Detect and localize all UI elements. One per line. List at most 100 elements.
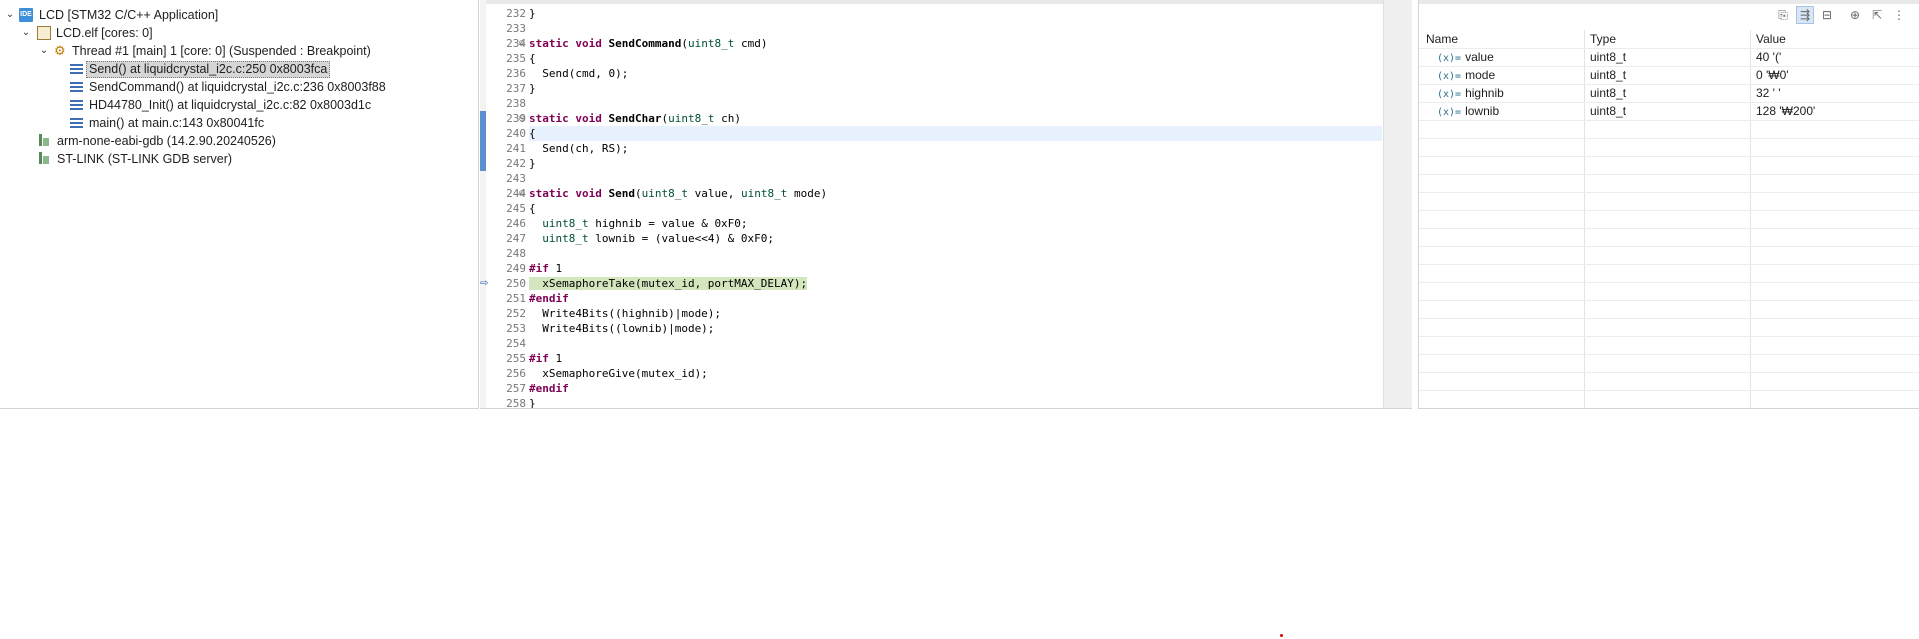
code-line[interactable]: } — [529, 6, 1382, 21]
header-name[interactable]: Name — [1419, 30, 1584, 48]
line-number[interactable]: 245 — [486, 201, 526, 216]
line-number[interactable]: 238 — [486, 96, 526, 111]
code-line[interactable]: } — [529, 81, 1382, 96]
code-line[interactable]: Send(cmd, 0); — [529, 66, 1382, 81]
variable-name[interactable]: (x)= highnib — [1419, 84, 1584, 102]
line-number[interactable]: 241 — [486, 141, 526, 156]
code-line[interactable] — [529, 336, 1382, 351]
line-number[interactable]: 246 — [486, 216, 526, 231]
line-number[interactable]: 256 — [486, 366, 526, 381]
view-menu-icon[interactable]: ⋮ — [1890, 6, 1908, 24]
line-number[interactable]: 235 — [486, 51, 526, 66]
breakpoint-current-icon[interactable]: ⇨ — [480, 276, 492, 291]
fold-toggle-icon[interactable]: ⊖ — [518, 186, 526, 201]
variable-name-text: lownib — [1465, 104, 1500, 118]
line-number[interactable]: 232 — [486, 6, 526, 21]
line-number[interactable]: 252 — [486, 306, 526, 321]
line-number[interactable]: 233 — [486, 21, 526, 36]
variable-type: uint8_t — [1590, 50, 1627, 64]
code-line[interactable]: static void Send(uint8_t value, uint8_t … — [529, 186, 1382, 201]
line-number[interactable]: 243 — [486, 171, 526, 186]
line-number[interactable]: 250 — [486, 276, 526, 291]
code-line[interactable]: { — [529, 126, 1382, 141]
variable-name[interactable]: (x)= value — [1419, 48, 1584, 66]
line-number[interactable]: 251 — [486, 291, 526, 306]
view-tab-strip — [1419, 0, 1919, 4]
fold-toggle-icon[interactable]: ⊖ — [518, 111, 526, 126]
code-line[interactable]: Send(ch, RS); — [529, 141, 1382, 156]
variable-row[interactable]: (x)= mode uint8_t 0 '₩0' — [1419, 66, 1919, 85]
line-number[interactable]: 255 — [486, 351, 526, 366]
variable-value[interactable]: 40 '(' — [1750, 48, 1919, 66]
code-line[interactable]: xSemaphoreGive(mutex_id); — [529, 366, 1382, 381]
line-number[interactable]: 258 — [486, 396, 526, 408]
stack-frame-icon — [70, 64, 83, 75]
variable-icon: (x)= — [1437, 53, 1462, 64]
stlink-label: ST-LINK (ST-LINK GDB server) — [57, 152, 233, 166]
stack-frame-icon — [70, 82, 83, 93]
variable-name-text: value — [1465, 50, 1494, 64]
code-line[interactable] — [529, 246, 1382, 261]
empty-row — [1419, 336, 1919, 355]
variable-value[interactable]: 128 '₩200' — [1750, 102, 1919, 120]
code-line[interactable]: static void SendChar(uint8_t ch) — [529, 111, 1382, 126]
code-line[interactable]: { — [529, 201, 1382, 216]
code-line[interactable]: xSemaphoreTake(mutex_id, portMAX_DELAY); — [529, 276, 1382, 291]
code-line[interactable]: { — [529, 51, 1382, 66]
line-number[interactable]: 257 — [486, 381, 526, 396]
line-number[interactable]: 254 — [486, 336, 526, 351]
header-value[interactable]: Value — [1750, 30, 1919, 48]
process-icon — [39, 134, 49, 146]
code-line[interactable]: } — [529, 396, 1382, 408]
variable-type: uint8_t — [1590, 86, 1627, 100]
empty-row — [1419, 300, 1919, 319]
code-line[interactable] — [529, 171, 1382, 186]
line-number[interactable]: 242 — [486, 156, 526, 171]
code-line[interactable]: static void SendCommand(uint8_t cmd) — [529, 36, 1382, 51]
fold-toggle-icon[interactable]: ⊖ — [518, 36, 526, 51]
line-number[interactable]: 253 — [486, 321, 526, 336]
line-number[interactable]: 249 — [486, 261, 526, 276]
code-line[interactable]: } — [529, 156, 1382, 171]
line-number[interactable]: 236 — [486, 66, 526, 81]
debug-view: ⌄ IDE LCD [STM32 C/C++ Application] ⌄ LC… — [0, 0, 479, 409]
editor-scrollbar[interactable] — [1383, 0, 1412, 408]
code-line[interactable]: #if 1 — [529, 351, 1382, 366]
empty-row — [1419, 264, 1919, 283]
code-line[interactable]: uint8_t highnib = value & 0xF0; — [529, 216, 1382, 231]
line-number[interactable]: 248 — [486, 246, 526, 261]
show-type-names-icon[interactable]: ⎘ — [1774, 6, 1792, 24]
add-global-variables-icon[interactable]: ⊕ — [1846, 6, 1864, 24]
header-type[interactable]: Type — [1584, 30, 1750, 48]
variable-value[interactable]: 0 '₩0' — [1750, 66, 1919, 84]
line-number[interactable]: 237 — [486, 81, 526, 96]
line-number[interactable]: 240 — [486, 126, 526, 141]
variable-row[interactable]: (x)= value uint8_t 40 '(' — [1419, 48, 1919, 67]
variable-type: uint8_t — [1590, 68, 1627, 82]
collapse-all-icon[interactable]: ⊟ — [1818, 6, 1836, 24]
code-editor[interactable]: 232} 233 234 ⊖ static void SendCommand(uint8… — [480, 0, 1412, 409]
code-line[interactable]: #endif — [529, 381, 1382, 396]
variable-name[interactable]: (x)= lownib — [1419, 102, 1584, 120]
code-line[interactable]: #if 1 — [529, 261, 1382, 276]
variable-row[interactable]: (x)= lownib uint8_t 128 '₩200' — [1419, 102, 1919, 121]
code-line[interactable]: Write4Bits((highnib)|mode); — [529, 306, 1382, 321]
variable-value[interactable]: 32 ' ' — [1750, 84, 1919, 102]
code-line[interactable]: uint8_t lownib = (value<<4) & 0xF0; — [529, 231, 1382, 246]
variable-row[interactable]: (x)= highnib uint8_t 32 ' ' — [1419, 84, 1919, 103]
show-logical-structure-icon[interactable]: ⇶ — [1796, 6, 1814, 24]
code-line[interactable] — [529, 21, 1382, 36]
code-line[interactable]: Write4Bits((lownib)|mode); — [529, 321, 1382, 336]
line-number[interactable]: 247 — [486, 231, 526, 246]
code-line[interactable]: #endif — [529, 291, 1382, 306]
export-icon[interactable]: ⇱ — [1868, 6, 1886, 24]
editor-tab-strip — [480, 0, 1412, 4]
code-line[interactable] — [529, 96, 1382, 111]
chevron-down-icon[interactable]: ⌄ — [4, 6, 16, 24]
current-instruction-highlight: xSemaphoreTake(mutex_id, portMAX_DELAY); — [529, 277, 808, 290]
chevron-down-icon[interactable]: ⌄ — [38, 42, 50, 60]
chevron-down-icon[interactable]: ⌄ — [20, 24, 32, 42]
variable-name[interactable]: (x)= mode — [1419, 66, 1584, 84]
empty-row — [1419, 138, 1919, 157]
table-header: Name Type Value — [1419, 30, 1919, 49]
